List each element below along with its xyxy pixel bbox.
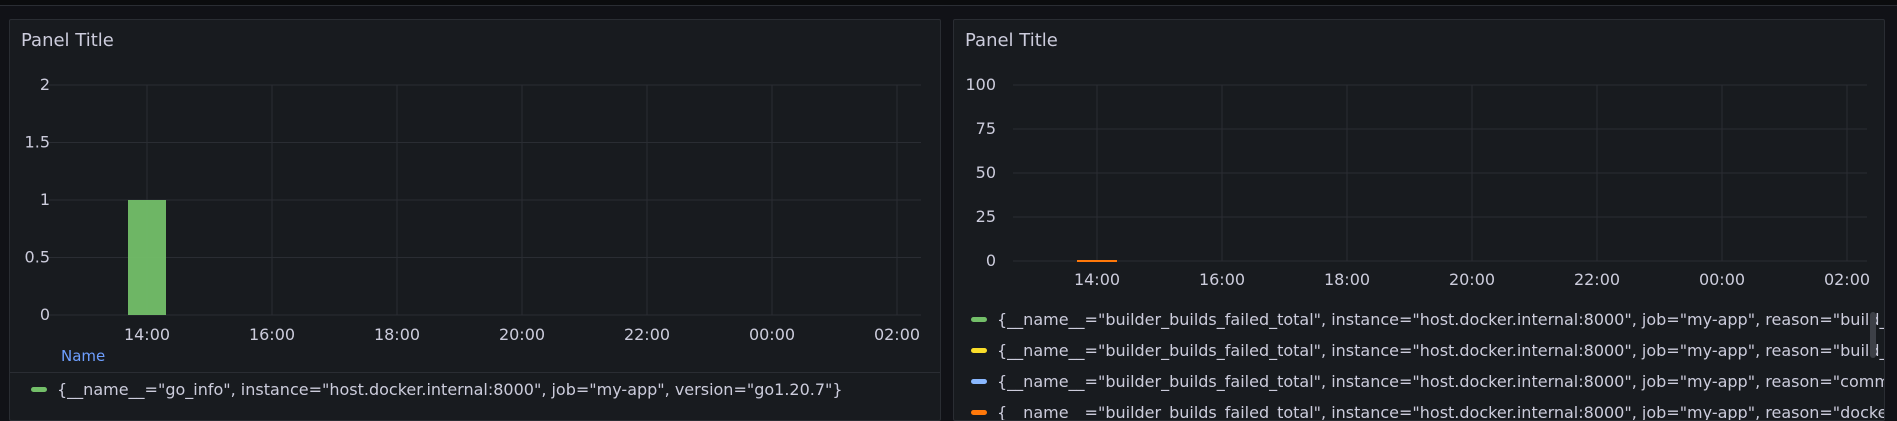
x-tick-label: 16:00 <box>1199 270 1245 289</box>
y-tick-label: 2 <box>40 75 50 94</box>
x-tick-label: 20:00 <box>499 325 545 344</box>
top-bar <box>0 0 1897 6</box>
x-tick-label: 00:00 <box>749 325 795 344</box>
legend-item[interactable]: {__name__="go_info", instance="host.dock… <box>31 380 843 399</box>
bar-chart[interactable]: 0 0.5 1 1.5 2 14:00 16:00 18:00 20:00 22:00 00:00 0… <box>10 20 940 344</box>
legend-item-label: {__name__="builder_builds_failed_total",… <box>997 372 1885 391</box>
series-color-swatch <box>971 348 987 353</box>
legend-item-label: {__name__="builder_builds_failed_total",… <box>997 310 1885 329</box>
series-color-swatch <box>971 317 987 322</box>
series-color-swatch <box>31 387 47 392</box>
x-tick-label: 22:00 <box>624 325 670 344</box>
series-color-swatch <box>971 379 987 384</box>
x-tick-label: 18:00 <box>1324 270 1370 289</box>
legend-item[interactable]: {__name__="builder_builds_failed_total",… <box>971 341 1885 360</box>
x-tick-label: 14:00 <box>124 325 170 344</box>
y-tick-label: 100 <box>965 75 996 94</box>
time-series-chart[interactable]: 0 25 50 75 100 14:00 16:00 18:00 20:00 22:00 00:00… <box>954 20 1884 300</box>
legend-item[interactable]: {__name__="builder_builds_failed_total",… <box>971 372 1885 391</box>
legend-item-label: {__name__="go_info", instance="host.dock… <box>57 380 843 399</box>
y-tick-label: 1.5 <box>25 133 50 152</box>
legend-item-label: {__name__="builder_builds_failed_total",… <box>997 341 1885 360</box>
legend-divider <box>10 372 940 373</box>
legend-name-header[interactable]: Name <box>61 347 105 365</box>
series-color-swatch <box>971 410 987 415</box>
x-tick-label: 00:00 <box>1699 270 1745 289</box>
legend-item[interactable]: {__name__="builder_builds_failed_total",… <box>971 310 1885 329</box>
legend-item-label: {__name__="builder_builds_failed_total",… <box>997 403 1885 421</box>
x-tick-label: 18:00 <box>374 325 420 344</box>
x-tick-label: 14:00 <box>1074 270 1120 289</box>
x-tick-label: 16:00 <box>249 325 295 344</box>
x-tick-label: 22:00 <box>1574 270 1620 289</box>
y-tick-label: 75 <box>976 119 996 138</box>
legend-item[interactable]: {__name__="builder_builds_failed_total",… <box>971 403 1885 421</box>
y-tick-label: 0 <box>986 251 996 270</box>
panel-go-info[interactable]: Panel Title 0 0.5 1 1.5 2 14:00 16:00 18:00 20:0… <box>9 19 941 421</box>
panel-builds-failed[interactable]: Panel Title 0 25 50 75 100 14:00 16:00 18:00 20:… <box>953 19 1885 421</box>
x-tick-label: 02:00 <box>1824 270 1870 289</box>
legend-scrollbar[interactable] <box>1870 312 1876 358</box>
y-tick-label: 1 <box>40 190 50 209</box>
y-tick-label: 0 <box>40 305 50 324</box>
y-tick-label: 25 <box>976 207 996 226</box>
x-tick-label: 02:00 <box>874 325 920 344</box>
y-tick-label: 50 <box>976 163 996 182</box>
bar <box>128 200 166 315</box>
x-tick-label: 20:00 <box>1449 270 1495 289</box>
y-tick-label: 0.5 <box>25 248 50 267</box>
